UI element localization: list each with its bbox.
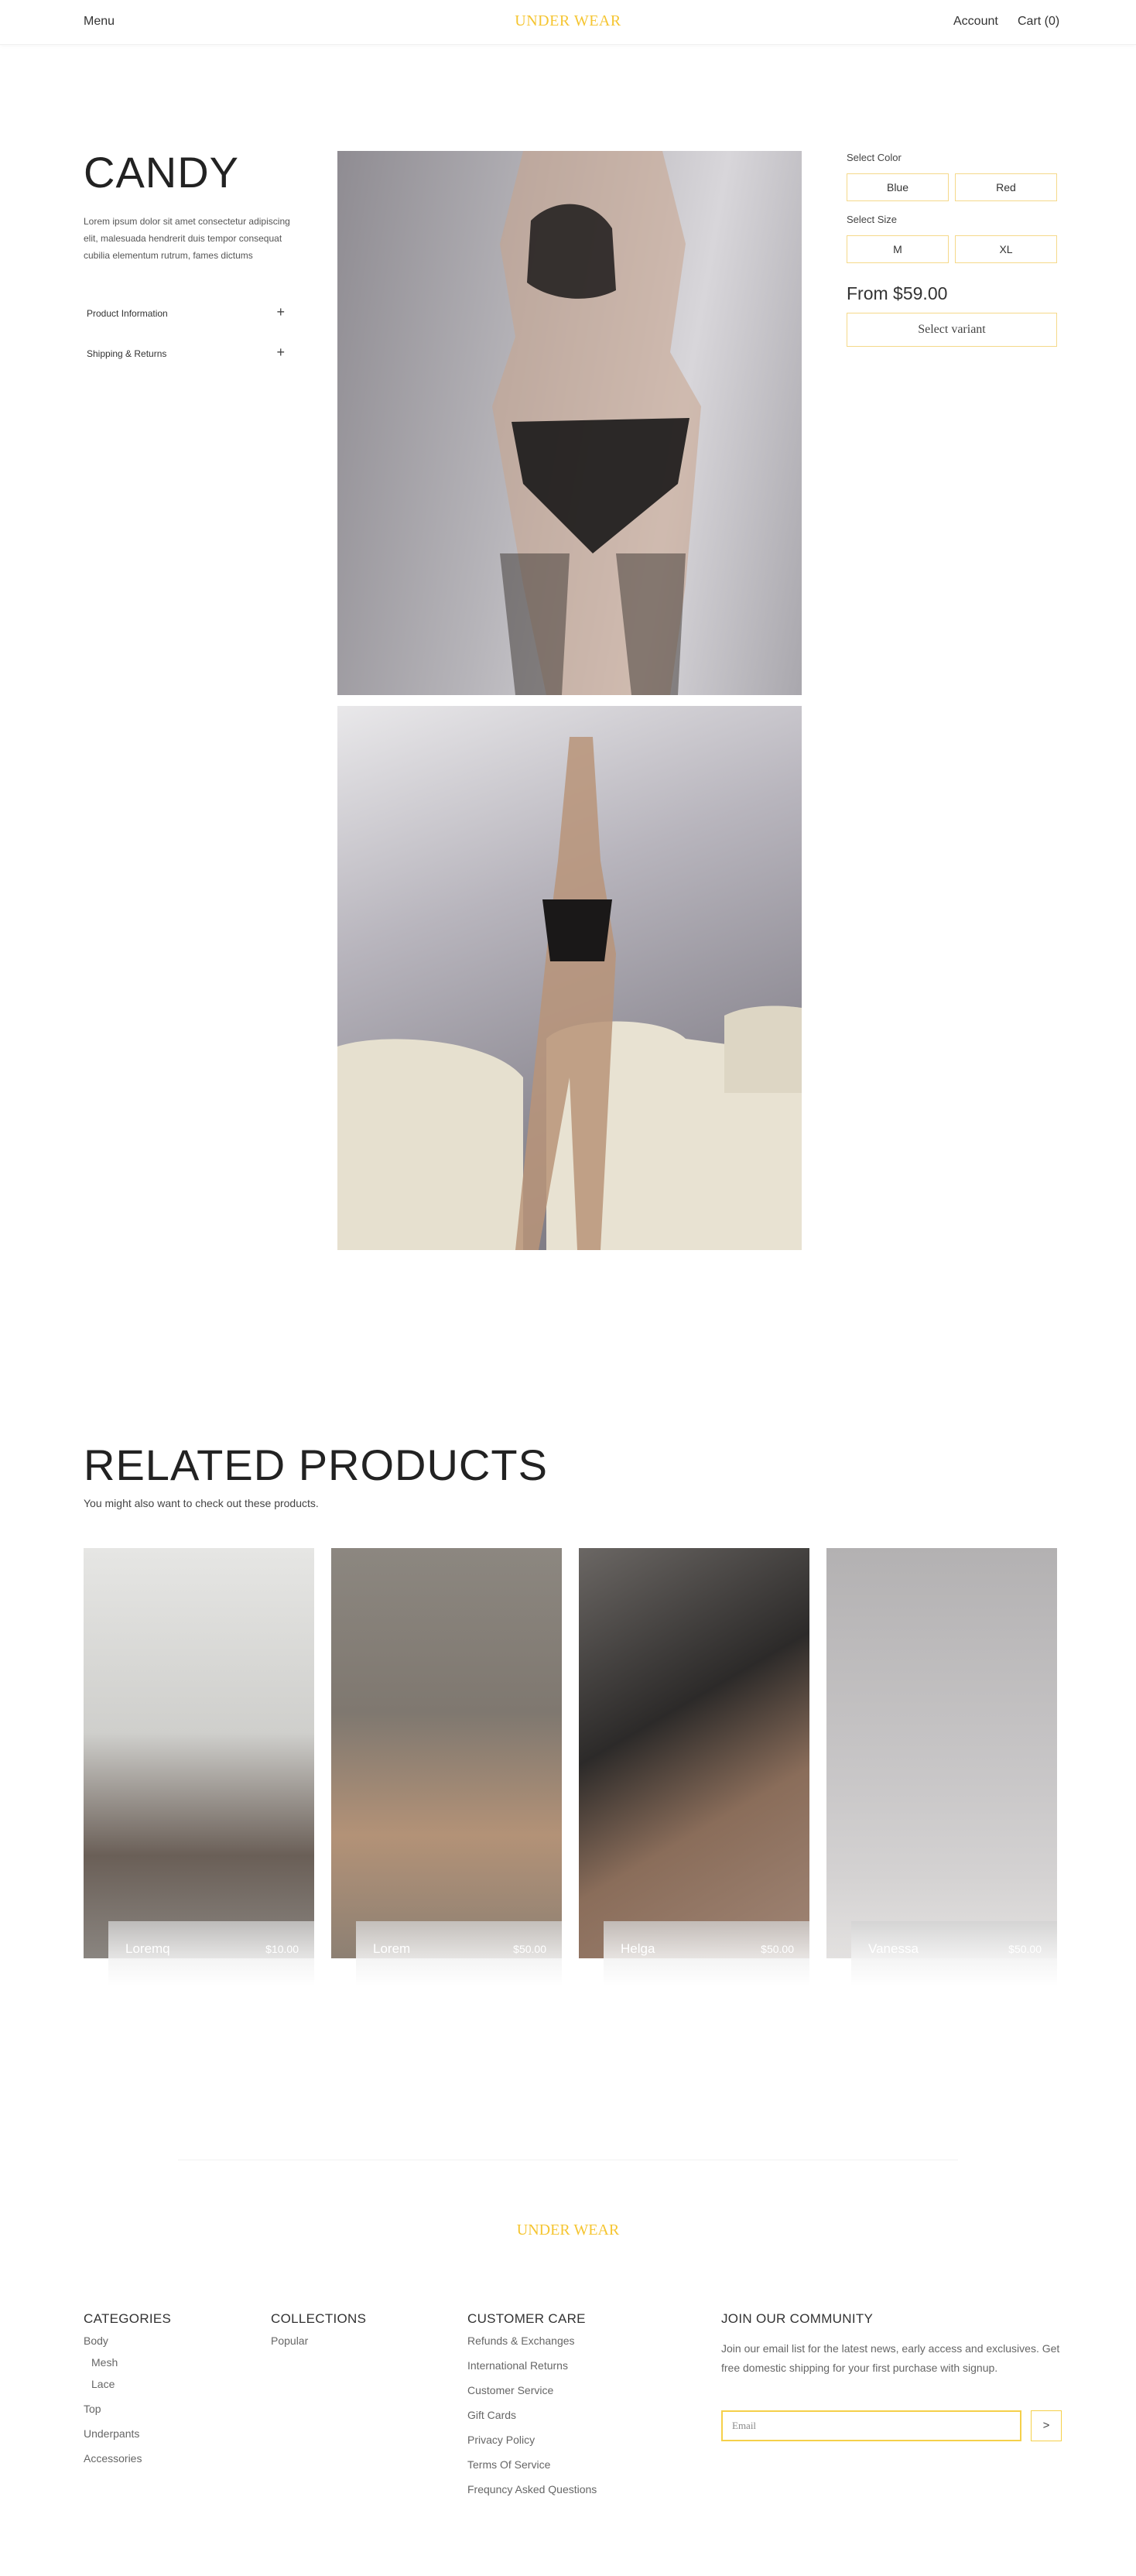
category-link-underpants[interactable]: Underpants xyxy=(84,2427,139,2440)
email-input[interactable] xyxy=(721,2410,1021,2441)
product-card-price: $10.00 xyxy=(265,1943,299,1955)
related-products-subtitle: You might also want to check out these p… xyxy=(84,1497,319,1509)
footer-brand-logo[interactable]: UNDER WEAR xyxy=(0,2221,1136,2239)
product-card-name: Lorem xyxy=(373,1941,411,1956)
product-information-accordion[interactable]: Product Information + xyxy=(84,300,285,328)
related-products-title: RELATED PRODUCTS xyxy=(84,1440,548,1489)
product-card-image xyxy=(826,1548,1057,1958)
menu-link[interactable]: Menu xyxy=(84,15,115,29)
category-link-lace[interactable]: Lace xyxy=(91,2378,115,2390)
brand-link[interactable]: UNDER WEAR xyxy=(515,12,621,29)
product-card-image xyxy=(331,1548,562,1958)
product-card-name: Helga xyxy=(621,1941,655,1956)
account-link[interactable]: Account xyxy=(953,15,998,29)
product-card[interactable]: Vanessa $50.00 xyxy=(826,1548,1057,1986)
care-link-customer-service[interactable]: Customer Service xyxy=(467,2384,553,2396)
category-link-top[interactable]: Top xyxy=(84,2403,101,2415)
product-description: Lorem ipsum dolor sit amet consectetur a… xyxy=(84,216,290,261)
color-option-blue[interactable]: Blue xyxy=(847,173,949,201)
accordion-label: Shipping & Returns xyxy=(87,348,167,359)
select-color-label: Select Color xyxy=(847,152,902,163)
care-link-faq[interactable]: Frequncy Asked Questions xyxy=(467,2483,597,2496)
categories-title: CATEGORIES xyxy=(84,2311,172,2326)
care-link-international-returns[interactable]: International Returns xyxy=(467,2359,568,2372)
select-size-label: Select Size xyxy=(847,214,898,225)
product-card-price: $50.00 xyxy=(513,1943,546,1955)
plus-icon: + xyxy=(276,344,285,360)
care-link-gift-cards[interactable]: Gift Cards xyxy=(467,2409,516,2421)
product-card-price: $50.00 xyxy=(761,1943,794,1955)
product-card-name: Loremq xyxy=(125,1941,170,1956)
product-card-image xyxy=(579,1548,809,1958)
product-card-image xyxy=(84,1548,314,1958)
size-option-xl[interactable]: XL xyxy=(955,235,1057,263)
color-option-red[interactable]: Red xyxy=(955,173,1057,201)
size-option-m[interactable]: M xyxy=(847,235,949,263)
select-variant-button[interactable]: Select variant xyxy=(847,313,1057,347)
customer-care-title: CUSTOMER CARE xyxy=(467,2311,586,2326)
product-price: From $59.00 xyxy=(847,283,948,303)
category-link-body[interactable]: Body xyxy=(84,2334,108,2347)
product-card[interactable]: Lorem $50.00 xyxy=(331,1548,562,1986)
product-card-price: $50.00 xyxy=(1008,1943,1042,1955)
plus-icon: + xyxy=(276,304,285,320)
email-submit-button[interactable]: > xyxy=(1031,2410,1062,2441)
product-image-1 xyxy=(337,151,802,695)
model-scene-2 xyxy=(337,737,802,1250)
site-header: Menu UNDER WEAR Account Cart (0) xyxy=(0,0,1136,45)
care-link-terms[interactable]: Terms Of Service xyxy=(467,2458,550,2471)
collection-link-popular[interactable]: Popular xyxy=(271,2334,308,2347)
shipping-returns-accordion[interactable]: Shipping & Returns + xyxy=(84,341,285,368)
category-link-mesh[interactable]: Mesh xyxy=(91,2356,118,2369)
model-silhouette-1 xyxy=(492,151,701,695)
care-link-refunds[interactable]: Refunds & Exchanges xyxy=(467,2334,575,2347)
product-card[interactable]: Helga $50.00 xyxy=(579,1548,809,1986)
product-title: CANDY xyxy=(84,148,240,197)
community-title: JOIN OUR COMMUNITY xyxy=(721,2311,874,2326)
product-card-name: Vanessa xyxy=(868,1941,919,1956)
community-text: Join our email list for the latest news,… xyxy=(721,2342,1060,2374)
product-image-2 xyxy=(337,706,802,1250)
accordion-label: Product Information xyxy=(87,308,168,319)
cart-link[interactable]: Cart (0) xyxy=(1018,15,1059,29)
product-card[interactable]: Loremq $10.00 xyxy=(84,1548,314,1986)
collections-title: COLLECTIONS xyxy=(271,2311,367,2326)
care-link-privacy-policy[interactable]: Privacy Policy xyxy=(467,2434,535,2446)
category-link-accessories[interactable]: Accessories xyxy=(84,2452,142,2465)
